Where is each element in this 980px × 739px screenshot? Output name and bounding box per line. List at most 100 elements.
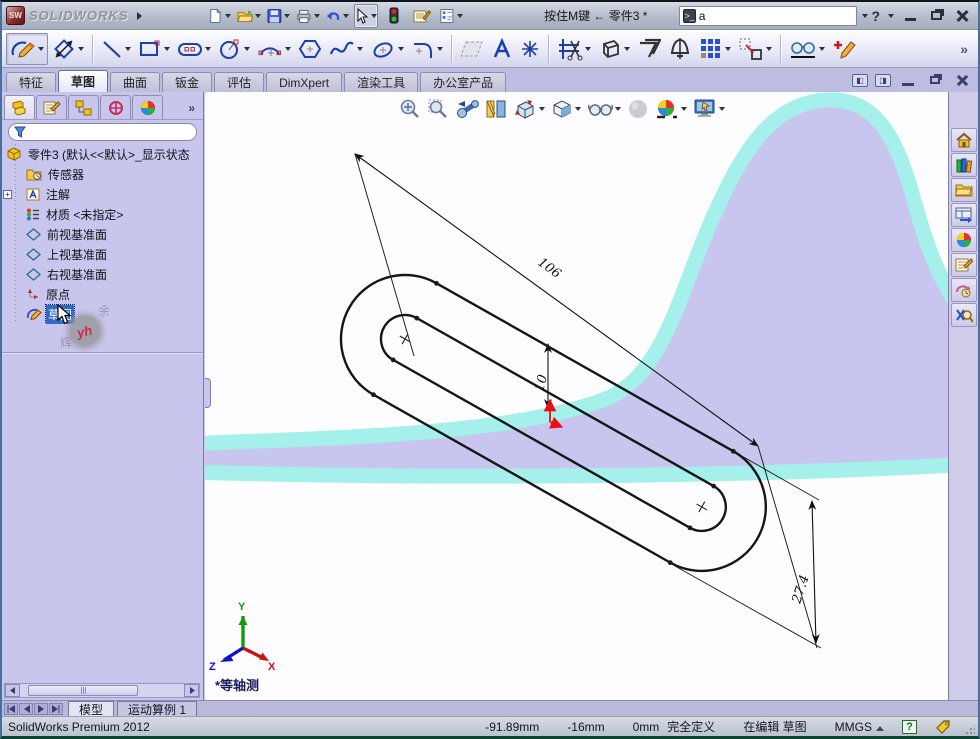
expand-icon[interactable]: + — [3, 189, 12, 199]
menu-flyout-button[interactable] — [133, 7, 146, 25]
text-button[interactable] — [488, 33, 516, 65]
drive-works-xpress-button[interactable] — [950, 278, 977, 302]
offset-entities-button[interactable] — [634, 33, 664, 65]
sw-search-button[interactable] — [950, 303, 977, 327]
select-button[interactable] — [354, 3, 379, 28]
units-selector[interactable]: MMGS — [821, 720, 898, 734]
pin-panel-right-icon[interactable]: ◨ — [875, 73, 891, 87]
custom-properties-button[interactable] — [950, 253, 977, 277]
tab-displaymanager[interactable] — [132, 95, 163, 119]
tree-item-annotations[interactable]: + 注解 — [2, 184, 203, 204]
hide-show-items-button[interactable] — [585, 95, 623, 123]
zoom-to-area-button[interactable] — [425, 95, 451, 123]
last-tab-button[interactable] — [49, 702, 63, 715]
previous-view-button[interactable] — [453, 95, 481, 123]
restore-button[interactable] — [926, 8, 946, 24]
ellipse-button[interactable] — [367, 33, 407, 65]
corner-rectangle-button[interactable] — [135, 33, 173, 65]
move-entities-button[interactable] — [735, 33, 775, 65]
task-pane-home-button[interactable] — [950, 128, 977, 152]
appearances-button[interactable] — [950, 228, 977, 252]
resize-grip[interactable] — [965, 724, 975, 735]
options-button[interactable] — [410, 4, 434, 28]
dimension-27-4[interactable]: 27.4 — [789, 500, 820, 644]
spline-button[interactable] — [326, 33, 366, 65]
pin-panel-left-icon[interactable]: ◧ — [852, 73, 868, 87]
scrollbar-thumb[interactable] — [28, 685, 138, 696]
scroll-right-button[interactable] — [184, 684, 199, 697]
graphics-viewport[interactable]: 106 27.4 10 Y X Z *等轴测 — [205, 92, 948, 700]
open-button[interactable] — [236, 4, 263, 28]
tab-office-products[interactable]: 办公室产品 — [420, 72, 507, 92]
design-checker-button[interactable] — [438, 4, 464, 28]
previous-tab-button[interactable] — [19, 702, 33, 715]
linear-sketch-pattern-button[interactable] — [696, 33, 734, 65]
save-button[interactable] — [266, 4, 291, 28]
sketch-tool-button[interactable] — [6, 32, 48, 65]
display-delete-relations-button[interactable] — [786, 33, 828, 65]
panel-tabs-overflow-chevron[interactable]: » — [188, 101, 201, 119]
zoom-to-fit-button[interactable] — [397, 95, 423, 123]
tab-propertymanager[interactable] — [36, 95, 67, 119]
help-button[interactable]: ? — [871, 8, 880, 24]
undo-button[interactable] — [325, 4, 351, 28]
tab-model[interactable]: 模型 — [68, 701, 115, 717]
view-orientation-button[interactable] — [511, 95, 547, 123]
tab-features[interactable]: 特征 — [6, 72, 57, 92]
panel-horizontal-scrollbar[interactable] — [4, 683, 200, 698]
plane-button[interactable] — [457, 33, 487, 65]
tree-filter-input[interactable] — [8, 123, 197, 141]
sketch-canvas[interactable]: 106 27.4 10 Y X Z — [205, 92, 948, 700]
dimension-10[interactable]: 10 — [532, 343, 552, 409]
print-button[interactable] — [295, 4, 321, 28]
search-dropdown-icon[interactable] — [861, 13, 868, 18]
document-restore-button[interactable] — [925, 72, 945, 88]
circle-button[interactable] — [215, 33, 253, 65]
edit-appearance-button[interactable] — [625, 95, 651, 123]
section-view-button[interactable] — [483, 95, 509, 123]
tab-featuremanager-tree[interactable] — [4, 95, 35, 119]
centerpoint-arc-button[interactable] — [254, 33, 294, 65]
display-style-button[interactable] — [549, 95, 583, 123]
apply-scene-button[interactable] — [653, 95, 689, 123]
tree-item-front-plane[interactable]: 前视基准面 — [2, 224, 203, 244]
tree-item-material[interactable]: 材质 <未指定> — [2, 204, 203, 224]
tab-dimxpert[interactable]: DimXpert — [266, 72, 343, 92]
design-library-button[interactable] — [950, 153, 977, 177]
tab-configurationmanager[interactable] — [68, 95, 99, 119]
repair-sketch-button[interactable] — [829, 33, 859, 65]
document-close-button[interactable] — [952, 72, 972, 88]
next-tab-button[interactable] — [34, 702, 48, 715]
file-explorer-button[interactable] — [950, 178, 977, 202]
panel-splitter-handle[interactable] — [205, 378, 211, 408]
view-palette-button[interactable] — [950, 203, 977, 227]
rebuild-button[interactable] — [382, 4, 406, 28]
search-box[interactable]: >_ — [679, 5, 868, 26]
line-button[interactable] — [98, 33, 134, 65]
tab-dimxpertmanager[interactable] — [100, 95, 131, 119]
tab-motion-study[interactable]: 运动算例 1 — [117, 701, 198, 717]
help-dropdown-icon[interactable] — [888, 13, 894, 18]
convert-entities-button[interactable] — [595, 33, 633, 65]
tree-item-sensors[interactable]: 传感器 — [2, 164, 203, 184]
first-tab-button[interactable] — [4, 702, 18, 715]
sketch-fillet-button[interactable] — [408, 33, 446, 65]
tab-surfaces[interactable]: 曲面 — [110, 72, 161, 92]
polygon-button[interactable] — [295, 33, 325, 65]
view-settings-button[interactable] — [691, 95, 727, 123]
orientation-triad[interactable]: Y X Z — [209, 601, 276, 673]
straight-slot-button[interactable] — [174, 33, 214, 65]
tab-sheet-metal[interactable]: 钣金 — [162, 72, 213, 92]
toolbar-overflow-chevron[interactable]: » — [960, 41, 968, 57]
trim-entities-button[interactable] — [554, 33, 594, 65]
tree-item-right-plane[interactable]: 右视基准面 — [2, 264, 203, 284]
close-button[interactable] — [952, 8, 972, 24]
tree-item-top-plane[interactable]: 上视基准面 — [2, 244, 203, 264]
document-minimize-button[interactable] — [898, 72, 918, 88]
tag-icon[interactable] — [935, 719, 951, 735]
tree-root-part[interactable]: 零件3 (默认<<默认>_显示状态 — [2, 144, 203, 164]
tab-evaluate[interactable]: 评估 — [214, 72, 265, 92]
mirror-entities-button[interactable] — [665, 33, 695, 65]
search-input[interactable] — [698, 8, 854, 23]
smart-dimension-button[interactable] — [49, 33, 87, 65]
